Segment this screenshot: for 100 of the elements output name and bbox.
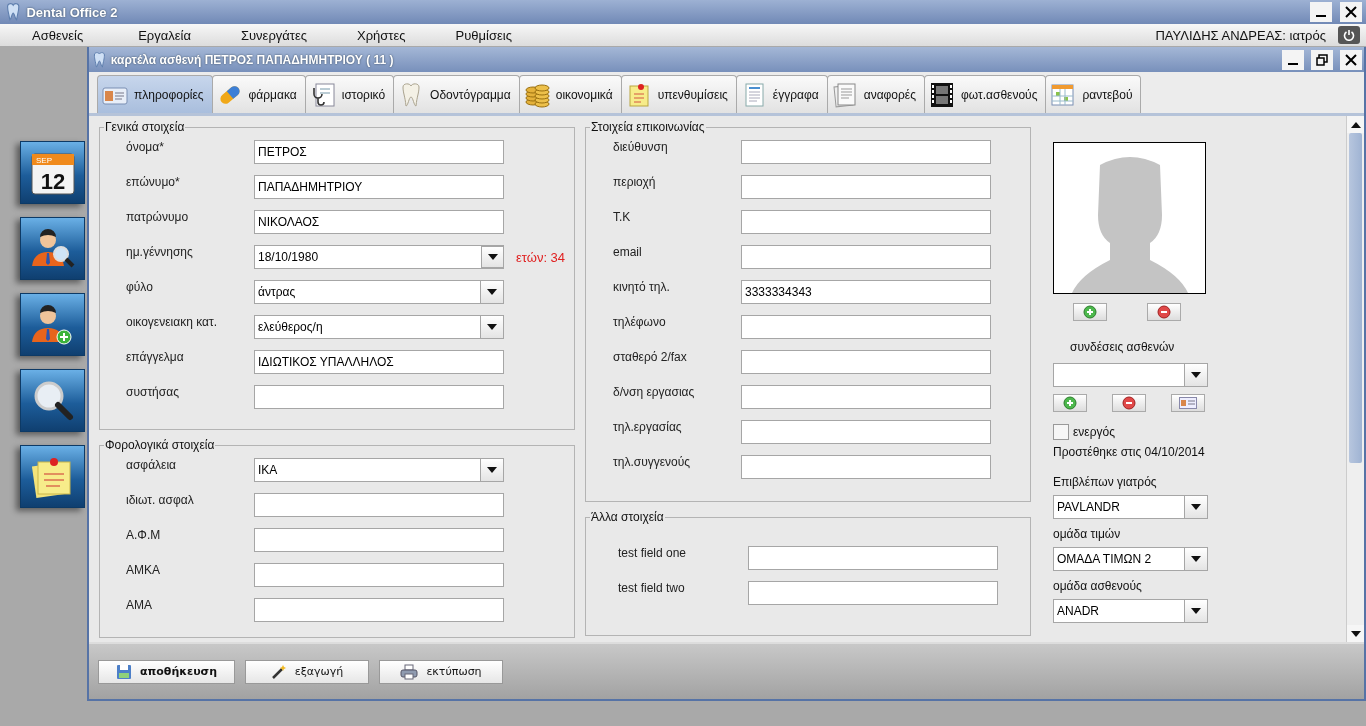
toolbar-button[interactable]: εκτύπωση — [379, 659, 503, 684]
tab[interactable]: ιστορικό — [304, 75, 395, 113]
text-field[interactable] — [254, 493, 504, 517]
launcher-button[interactable] — [20, 293, 85, 356]
add-button[interactable] — [1053, 394, 1087, 412]
text-field[interactable] — [741, 385, 991, 409]
launcher-button[interactable]: SEP 12 — [20, 141, 85, 204]
text-field[interactable] — [254, 598, 504, 622]
add-photo-button[interactable] — [1073, 303, 1107, 321]
remove-photo-button[interactable] — [1147, 303, 1181, 321]
field-label: περιοχή — [613, 175, 657, 189]
text-field[interactable] — [748, 581, 998, 605]
text-field[interactable]: ΝΙΚΟΛΑΟΣ — [254, 210, 504, 234]
person-silhouette-icon — [1069, 155, 1190, 293]
minimize-button[interactable] — [1310, 2, 1332, 22]
launcher-button[interactable] — [20, 217, 85, 280]
film-strip-icon — [929, 81, 955, 108]
remove-button[interactable] — [1112, 394, 1146, 412]
text-field[interactable] — [741, 245, 991, 269]
tab[interactable]: Οδοντόγραμμα — [393, 75, 520, 113]
field-label: Επιβλέπων γιατρός — [1053, 475, 1157, 489]
section-title: Άλλα στοιχεία — [590, 510, 665, 524]
dropdown[interactable]: ΙΚΑ — [254, 458, 504, 482]
field-label: τηλ.συγγενούς — [613, 455, 692, 469]
text-field[interactable] — [748, 546, 998, 570]
field-label: ιδιωτ. ασφαλ — [126, 493, 195, 507]
tab[interactable]: φωτ.ασθενούς — [924, 75, 1047, 113]
dropdown[interactable]: άντρας — [254, 280, 504, 304]
restore-button[interactable] — [1311, 49, 1333, 70]
printer-icon — [400, 663, 419, 680]
tooth-icon — [93, 51, 106, 68]
menu-item[interactable]: Συνεργάτες — [240, 27, 307, 43]
up-arrow-icon — [1350, 121, 1361, 128]
field-label: ΑΜΑ — [126, 598, 153, 612]
text-field[interactable]: 3333334343 — [741, 280, 991, 304]
section-title: Στοιχεία επικοινωνίας — [590, 120, 706, 134]
field-label: ομάδα ασθενούς — [1053, 579, 1142, 593]
minimize-icon — [1288, 62, 1298, 65]
text-field[interactable] — [741, 455, 991, 479]
section-title: Φορολογικά στοιχεία — [104, 438, 216, 452]
text-field[interactable] — [741, 420, 991, 444]
field-label: ομάδα τιμών — [1053, 527, 1121, 541]
dropdown[interactable] — [1053, 363, 1208, 387]
date-picker[interactable]: 18/10/1980 — [254, 245, 504, 269]
text-field[interactable] — [741, 315, 991, 339]
menu-item[interactable]: Ρυθμίσεις — [455, 27, 512, 43]
tab[interactable]: φάρμακα — [211, 75, 306, 113]
card-button[interactable] — [1171, 394, 1205, 412]
launcher-button[interactable] — [20, 445, 85, 508]
scrollbar[interactable] — [1346, 116, 1364, 642]
dropdown[interactable]: ΟΜΑΔΑ ΤΙΜΩΝ 2 — [1053, 547, 1208, 571]
checkbox[interactable] — [1053, 424, 1069, 440]
field-label: επώνυμο* — [126, 175, 181, 189]
text-field[interactable] — [741, 175, 991, 199]
toolbar-button[interactable]: αποθήκευση — [98, 659, 235, 684]
plus-icon — [1083, 305, 1097, 319]
close-icon — [1345, 6, 1357, 18]
tab[interactable]: ραντεβού — [1045, 75, 1142, 113]
text-field[interactable] — [741, 210, 991, 234]
caret-icon — [1191, 556, 1201, 562]
minus-icon — [1157, 305, 1171, 319]
field-label: οικογενειακη κατ. — [126, 315, 219, 329]
field-label: ΑΜΚΑ — [126, 563, 161, 577]
magic-wand-icon — [270, 663, 287, 680]
caret-icon — [487, 467, 497, 473]
menu-item[interactable]: Εργαλεία — [138, 27, 191, 43]
text-field[interactable] — [254, 528, 504, 552]
caret-icon — [1350, 630, 1361, 637]
tab[interactable]: οικονομικά — [518, 75, 622, 113]
close-button[interactable] — [1340, 2, 1362, 22]
text-field[interactable] — [741, 140, 991, 164]
tab[interactable]: έγγραφα — [735, 75, 828, 113]
minimize-button[interactable] — [1282, 49, 1304, 70]
menu-item[interactable]: Χρήστες — [357, 27, 406, 43]
tab[interactable]: πληροφορίες — [97, 75, 213, 113]
caret-icon — [1191, 504, 1201, 510]
power-button[interactable] — [1338, 26, 1360, 44]
launcher-button[interactable] — [20, 369, 85, 432]
close-button[interactable] — [1340, 49, 1362, 70]
field-label: συστήσας — [126, 385, 180, 399]
text-field[interactable]: ΠΕΤΡΟΣ — [254, 140, 504, 164]
dropdown[interactable]: ANADR — [1053, 599, 1208, 623]
text-field[interactable] — [741, 350, 991, 374]
dropdown[interactable]: PAVLANDR — [1053, 495, 1208, 519]
field-label: Τ.Κ — [613, 210, 632, 224]
text-field[interactable]: ΙΔΙΩΤΙΚΟΣ ΥΠΑΛΛΗΛΟΣ — [254, 350, 504, 374]
restore-icon — [1316, 53, 1328, 66]
age-text: ετών: 34 — [516, 249, 567, 265]
text-field[interactable] — [254, 563, 504, 587]
dropdown[interactable]: ελεύθερος/η — [254, 315, 504, 339]
tab[interactable]: υπενθυμίσεις — [620, 75, 737, 113]
menu-item[interactable]: Ασθενείς — [32, 27, 84, 43]
toolbar-button[interactable]: εξαγωγή — [245, 659, 369, 684]
tab[interactable]: αναφορές — [826, 75, 925, 113]
field-label: δ/νση εργασιας — [613, 385, 696, 399]
text-field[interactable]: ΠΑΠΑΔΗΜΗΤΡΙΟΥ — [254, 175, 504, 199]
scrollbar-thumb[interactable] — [1349, 133, 1362, 463]
caret-icon — [487, 254, 498, 260]
text-field[interactable] — [254, 385, 504, 409]
caret-icon — [1191, 608, 1201, 614]
